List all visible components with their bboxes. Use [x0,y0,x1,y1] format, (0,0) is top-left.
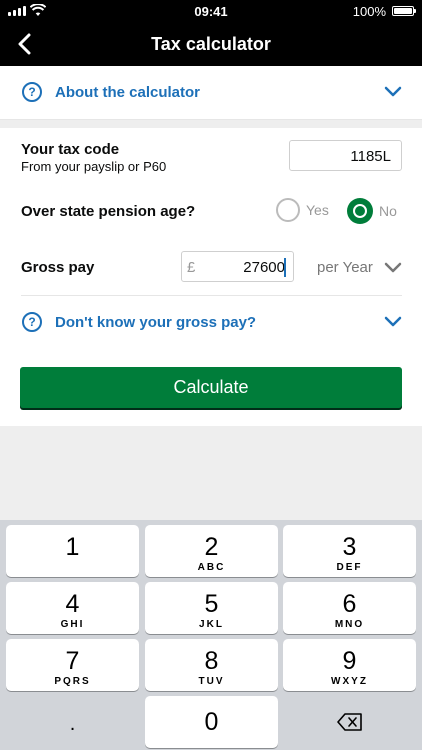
key-letters: DEF [336,562,363,573]
divider [21,295,402,296]
key-digit: 0 [204,708,219,736]
key-decimal-point[interactable]: . [6,696,139,748]
key-7[interactable]: 7 PQRS [6,639,139,691]
tax-code-hint: From your payslip or P60 [21,159,167,174]
key-digit: 8 [204,647,219,675]
pay-period-select[interactable]: per Year [317,259,373,276]
pension-yes-label: Yes [306,202,329,218]
battery-percentage: 100% [352,4,386,19]
question-circle-icon: ? [22,82,42,102]
key-4[interactable]: 4 GHI [6,582,139,634]
key-digit: 3 [342,533,357,561]
battery-icon [392,6,416,16]
status-bar: 09:41 100% [0,0,422,22]
key-digit: 1 [65,533,80,561]
key-digit: 6 [342,590,357,618]
battery-level-fill [394,8,412,14]
key-letters: JKL [199,619,224,630]
key-8[interactable]: 8 TUV [145,639,278,691]
key-digit: 7 [65,647,80,675]
key-9[interactable]: 9 WXYZ [283,639,416,691]
key-2[interactable]: 2 ABC [145,525,278,577]
key-letters: PQRS [54,676,91,687]
pension-no-radio[interactable]: No [347,198,397,224]
key-digit: 4 [65,590,80,618]
numeric-keypad: 1 2 ABC 3 DEF 4 GHI 5 JKL 6 MNO 7 PQRS 8… [0,520,422,750]
chevron-down-icon[interactable] [384,262,402,274]
key-letters: MNO [334,619,365,630]
radio-unchecked-icon [276,198,300,222]
key-digit: 2 [204,533,219,561]
key-5[interactable]: 5 JKL [145,582,278,634]
pension-yes-radio[interactable]: Yes [276,198,329,222]
key-digit: 5 [204,590,219,618]
dont-know-gross-pay-link[interactable]: Don't know your gross pay? [55,314,256,331]
tax-form: Your tax code From your payslip or P60 1… [0,128,422,426]
gross-pay-value: 27600 [243,259,285,276]
key-6[interactable]: 6 MNO [283,582,416,634]
gross-pay-label: Gross pay [21,259,95,276]
key-digit: . [69,713,76,735]
pension-no-label: No [379,203,397,219]
backspace-icon [336,713,362,731]
key-letters: GHI [60,619,85,630]
key-digit: 9 [342,647,357,675]
about-calculator-row[interactable]: ? About the calculator [0,66,422,120]
key-letters: ABC [197,562,226,573]
gross-pay-input[interactable]: £ 27600 [181,251,294,282]
tax-code-label: Your tax code [21,141,120,158]
navigation-bar: Tax calculator [0,22,422,66]
key-letters: TUV [198,676,225,687]
radio-checked-icon [347,198,373,224]
question-circle-icon: ? [22,312,42,332]
chevron-down-icon[interactable] [384,86,402,98]
currency-symbol: £ [187,259,196,276]
key-letters: WXYZ [331,676,368,687]
key-0[interactable]: 0 [145,696,278,748]
delete-key[interactable] [283,696,416,748]
page-title: Tax calculator [151,34,271,54]
key-1[interactable]: 1 [6,525,139,577]
calculate-button[interactable]: Calculate [20,367,402,408]
chevron-down-icon[interactable] [384,316,402,328]
pension-age-label: Over state pension age? [21,203,196,220]
about-calculator-link[interactable]: About the calculator [55,84,200,101]
key-3[interactable]: 3 DEF [283,525,416,577]
tax-code-input[interactable]: 1185L [289,140,402,171]
text-cursor [284,258,286,277]
